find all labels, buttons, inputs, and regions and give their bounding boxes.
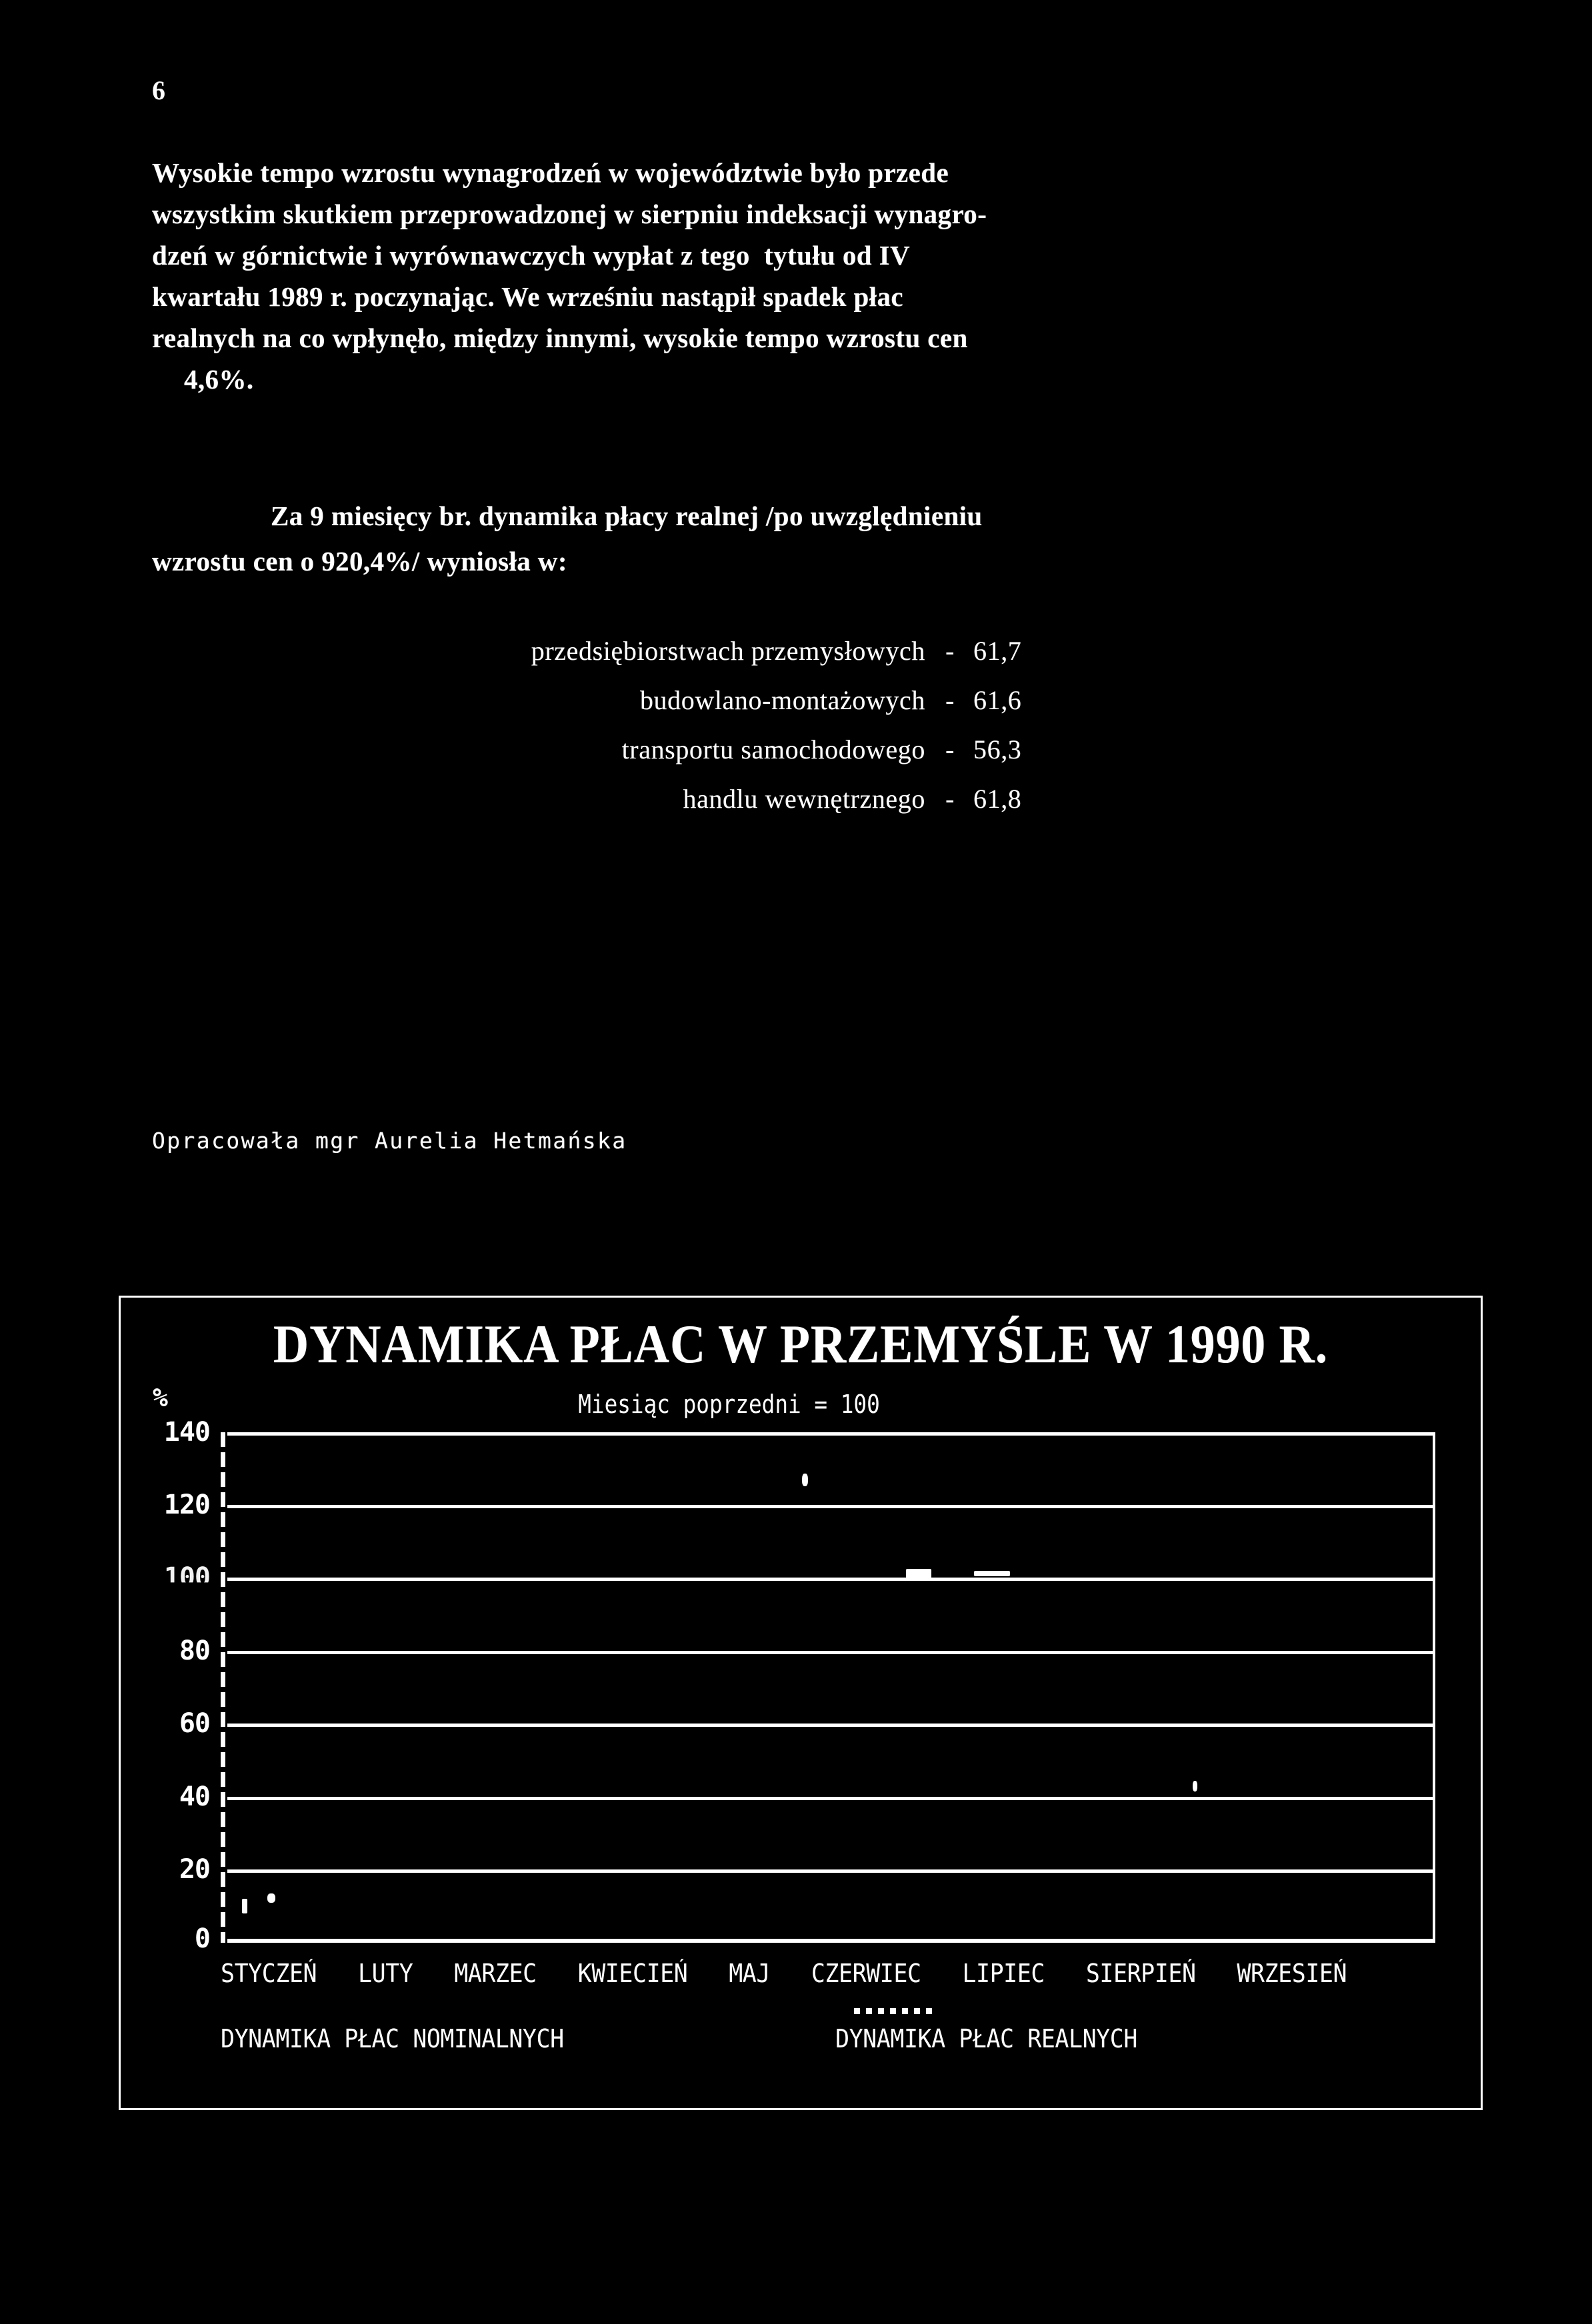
y-axis-line — [221, 1432, 225, 1943]
page-number: 6 — [152, 75, 166, 105]
branch-dash: - — [945, 636, 955, 666]
x-tick-label-sierpien: SIERPIEŃ — [1085, 1959, 1196, 1988]
gridline-120: 120 — [164, 1490, 1435, 1520]
y-tick-label-60: 60 — [179, 1708, 211, 1739]
x-tick-label-kwiecien: KWIECIEŃ — [577, 1959, 688, 1988]
y-tick-label-140: 140 — [163, 1417, 211, 1448]
y-tick-label-100: 100 — [163, 1562, 210, 1593]
branch-dash: - — [945, 734, 955, 764]
paragraph-line: wzrostu cen o 920,4%/ wyniosła w: — [152, 546, 567, 577]
x-tick-label-czerwiec: CZERWIEC — [811, 1959, 921, 1988]
y-axis-unit-label: % — [153, 1383, 168, 1412]
list-item: budowlano-montażowych - 61,6 — [152, 676, 1419, 725]
branch-value: 56,3 — [973, 734, 1022, 764]
branch-label: transportu samochodowego — [621, 734, 925, 764]
scan-speckle — [974, 1571, 1010, 1576]
x-tick-label-marzec: MARZEC — [454, 1959, 537, 1988]
y-tick-label-40: 40 — [179, 1781, 211, 1812]
branch-value: 61,7 — [973, 636, 1022, 666]
x-tick-label-lipiec: LIPIEC — [962, 1959, 1045, 1988]
author-credit: Opracowała mgr Aurelia Hetmańska — [152, 1128, 627, 1154]
chart-container: DYNAMIKA PŁAC W PRZEMYŚLE W 1990 R. Mies… — [119, 1296, 1483, 2110]
legend-item-nominal: DYNAMIKA PŁAC NOMINALNYCH — [221, 2024, 564, 2053]
gridline-20: 20 — [179, 1854, 1435, 1885]
gridline-0: 0 — [195, 1923, 1435, 1954]
gridline-40: 40 — [179, 1781, 1435, 1812]
x-tick-label-maj: MAJ — [729, 1959, 770, 1988]
paragraph-line: dzeń w górnictwie i wyrównawczych wypłat… — [152, 240, 910, 271]
y-tick-label-80: 80 — [179, 1636, 211, 1666]
branch-label: budowlano-montażowych — [639, 685, 925, 715]
paragraph-intro: Wysokie tempo wzrostu wynagrodzeń w woje… — [152, 152, 1445, 400]
scan-speckle — [1193, 1781, 1197, 1791]
gridline-140: 140 — [164, 1417, 1435, 1448]
paragraph-line: Za 9 miesięcy br. dynamika płacy realnej… — [271, 501, 983, 531]
x-tick-label-wrzesien: WRZESIEŃ — [1237, 1959, 1347, 1988]
list-item: przedsiębiorstwach przemysłowych - 61,7 — [152, 626, 1419, 676]
gridline-60: 60 — [179, 1708, 1435, 1739]
scan-speckle — [242, 1899, 247, 1913]
paragraph-line: realnych na co wpłynęło, między innymi, … — [152, 323, 968, 353]
plot-right-edge — [1433, 1432, 1435, 1943]
branch-dash: - — [945, 685, 955, 715]
chart-plot-area: 140 120 100 80 60 40 20 0 — [164, 1417, 1435, 1954]
branch-label: przedsiębiorstwach przemysłowych — [531, 636, 925, 666]
paragraph-real-wage-intro: Za 9 miesięcy br. dynamika płacy realnej… — [152, 493, 1485, 584]
legend-item-real: DYNAMIKA PŁAC REALNYCH — [835, 2024, 1137, 2053]
chart-title: DYNAMIKA PŁAC W PRZEMYŚLE W 1990 R. — [273, 1314, 1329, 1374]
branch-value: 61,6 — [973, 685, 1022, 715]
branch-values-list: przedsiębiorstwach przemysłowych - 61,7 … — [152, 626, 1419, 824]
x-axis-labels: STYCZEŃ LUTY MARZEC KWIECIEŃ MAJ CZERWIE… — [221, 1959, 1347, 1988]
paragraph-line: 4,6%. — [184, 364, 254, 395]
scan-speckle — [906, 1569, 931, 1580]
x-tick-label-luty: LUTY — [357, 1959, 413, 1988]
paragraph-line: wszystkim skutkiem przeprowadzonej w sie… — [152, 199, 987, 229]
list-item: transportu samochodowego - 56,3 — [152, 725, 1419, 774]
scan-speckle — [267, 1893, 275, 1903]
gridline-80: 80 — [179, 1636, 1435, 1666]
scan-speckle — [802, 1474, 808, 1486]
legend-swatch-dashed-icon — [854, 2008, 934, 2014]
branch-dash: - — [945, 784, 955, 814]
x-tick-label-styczen: STYCZEŃ — [221, 1959, 317, 1988]
paragraph-line: kwartału 1989 r. poczynając. We wrześniu… — [152, 281, 903, 312]
list-item: handlu wewnętrznego - 61,8 — [152, 774, 1419, 824]
paragraph-line: Wysokie tempo wzrostu wynagrodzeń w woje… — [152, 157, 949, 188]
branch-label: handlu wewnętrznego — [683, 784, 925, 814]
chart-subtitle: Miesiąc poprzedni = 100 — [578, 1390, 880, 1419]
scanned-page: 6 Wysokie tempo wzrostu wynagrodzeń w wo… — [0, 0, 1592, 2324]
y-tick-label-120: 120 — [163, 1490, 211, 1520]
branch-value: 61,8 — [973, 784, 1022, 814]
y-tick-label-0: 0 — [194, 1923, 211, 1954]
gridline-100: 100 — [164, 1562, 1435, 1582]
y-tick-label-20: 20 — [179, 1854, 211, 1885]
